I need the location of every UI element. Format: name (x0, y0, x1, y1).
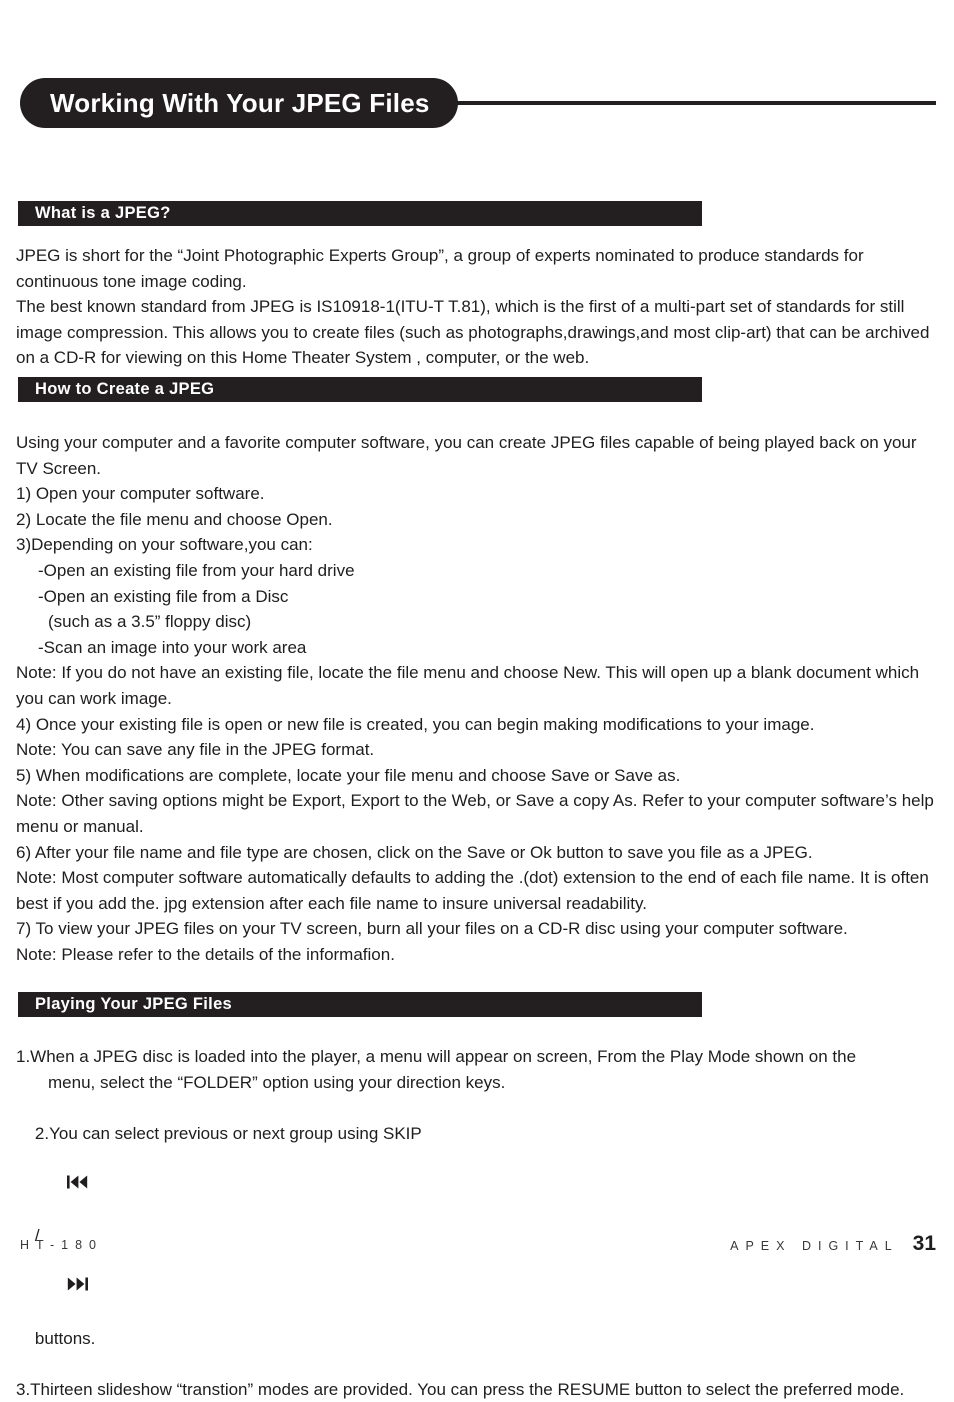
list-item: 2) Locate the file menu and choose Open. (16, 509, 333, 529)
list-item-continuation: menu, select the “FOLDER” option using y… (48, 1072, 506, 1092)
page-title-banner: Working With Your JPEG Files (0, 78, 954, 130)
note: Note: You can save any file in the JPEG … (16, 740, 375, 760)
list-item-text: 2.You can select previous or next group … (34, 1123, 422, 1143)
list-item: -Open an existing file from your hard dr… (38, 560, 355, 580)
section-body-playing-your-jpeg-files: 1.When a JPEG disc is loaded into the pl… (16, 1044, 936, 1402)
paragraph: The best known standard from JPEG is IS1… (16, 297, 935, 368)
page-title: Working With Your JPEG Files (20, 78, 458, 128)
section-body-what-is-a-jpeg: JPEG is short for the “Joint Photographi… (16, 243, 936, 371)
section-heading-what-is-a-jpeg: What is a JPEG? (18, 201, 702, 226)
list-item: 4) Once your existing file is open or ne… (16, 714, 815, 734)
list-item: 3)Depending on your software,you can: (16, 535, 313, 555)
note: Note: Most computer software automatical… (16, 868, 934, 913)
footer-page-number: 31 (912, 1232, 936, 1255)
footer-model: HT-180 (20, 1238, 103, 1252)
section-heading-playing-your-jpeg-files: Playing Your JPEG Files (18, 992, 702, 1017)
note: Note: Other saving options might be Expo… (16, 791, 939, 836)
footer-brand: APEX DIGITAL (730, 1239, 899, 1253)
list-item: 7) To view your JPEG files on your TV sc… (16, 919, 848, 939)
paragraph: JPEG is short for the “Joint Photographi… (16, 246, 869, 291)
section-heading-how-to-create-a-jpeg: How to Create a JPEG (18, 377, 702, 402)
skip-previous-icon (39, 1146, 88, 1223)
list-item-text-end: buttons. (34, 1328, 96, 1348)
list-item: 6) After your file name and file type ar… (16, 842, 813, 862)
list-item: 5) When modifications are complete, loca… (16, 765, 681, 785)
title-rule (430, 101, 936, 105)
list-item: 3.Thirteen slideshow “transtion” modes a… (16, 1379, 905, 1399)
skip-next-icon (39, 1249, 89, 1326)
list-item: -Scan an image into your work area (38, 637, 307, 657)
footer-right-group: APEX DIGITAL 31 (730, 1232, 936, 1256)
note: Note: Please refer to the details of the… (16, 944, 395, 964)
note: Note: If you do not have an existing fil… (16, 663, 924, 708)
paragraph: Using your computer and a favorite compu… (16, 433, 921, 478)
list-item: (such as a 3.5” floppy disc) (48, 612, 252, 632)
section-body-how-to-create-a-jpeg: Using your computer and a favorite compu… (16, 430, 936, 967)
list-item: 1) Open your computer software. (16, 484, 265, 504)
list-item: -Open an existing file from a Disc (38, 586, 289, 606)
list-item: 1.When a JPEG disc is loaded into the pl… (16, 1047, 857, 1066)
